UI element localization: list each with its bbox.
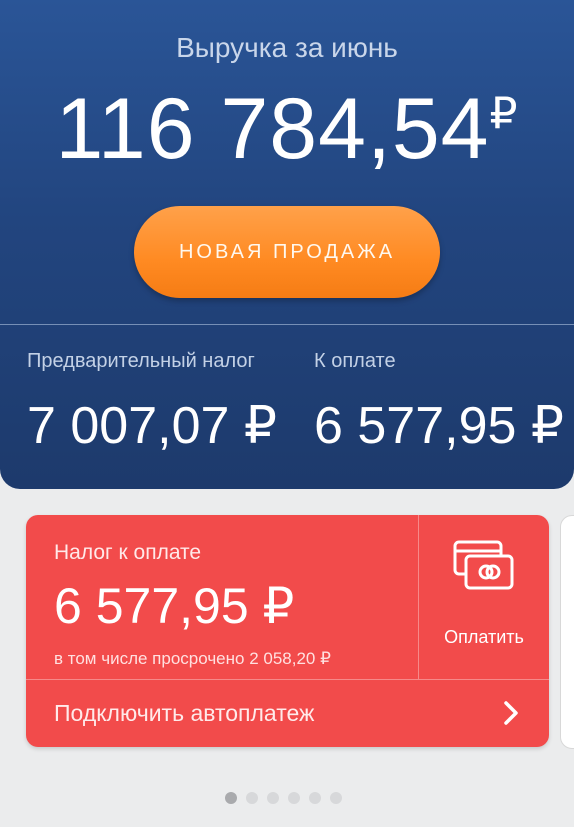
pay-button[interactable]: Оплатить [419,515,549,679]
pager-dots [225,792,342,804]
revenue-currency: ₽ [489,89,519,138]
tax-card-title: Налог к оплате [54,541,202,564]
pager-dot[interactable] [330,792,342,804]
pager-dot[interactable] [246,792,258,804]
next-card-peek[interactable] [560,515,574,749]
tax-card-summary[interactable]: Налог к оплате 6 577,95 ₽ в том числе пр… [26,515,418,679]
autopay-label: Подключить автоплатеж [54,700,315,726]
card-payment-icon [453,540,514,590]
revenue-title: Выручка за июнь [176,32,398,63]
revenue-amount-value: 116 784,54 [55,81,490,177]
revenue-header: Выручка за июнь 116 784,54₽ НОВАЯ ПРОДАЖ… [0,0,574,489]
header-divider [0,324,574,325]
preliminary-tax-label: Предварительный налог [27,350,255,372]
pager-dot[interactable] [267,792,279,804]
to-pay-label: К оплате [314,350,396,372]
pager-dot[interactable] [309,792,321,804]
pager-dot[interactable] [288,792,300,804]
chevron-right-icon [504,701,518,725]
preliminary-tax-value: 7 007,07 ₽ [27,397,277,455]
autopay-button[interactable]: Подключить автоплатеж [26,680,549,747]
tax-card-amount: 6 577,95 ₽ [54,578,295,634]
tax-payment-card: Налог к оплате 6 577,95 ₽ в том числе пр… [26,515,549,747]
pay-button-label: Оплатить [444,627,524,647]
new-sale-button[interactable]: НОВАЯ ПРОДАЖА [134,206,440,298]
pager-dot[interactable] [225,792,237,804]
overdue-note: в том числе просрочено 2 058,20 ₽ [54,649,331,668]
to-pay-value: 6 577,95 ₽ [314,397,564,455]
revenue-amount: 116 784,54₽ [0,86,574,172]
